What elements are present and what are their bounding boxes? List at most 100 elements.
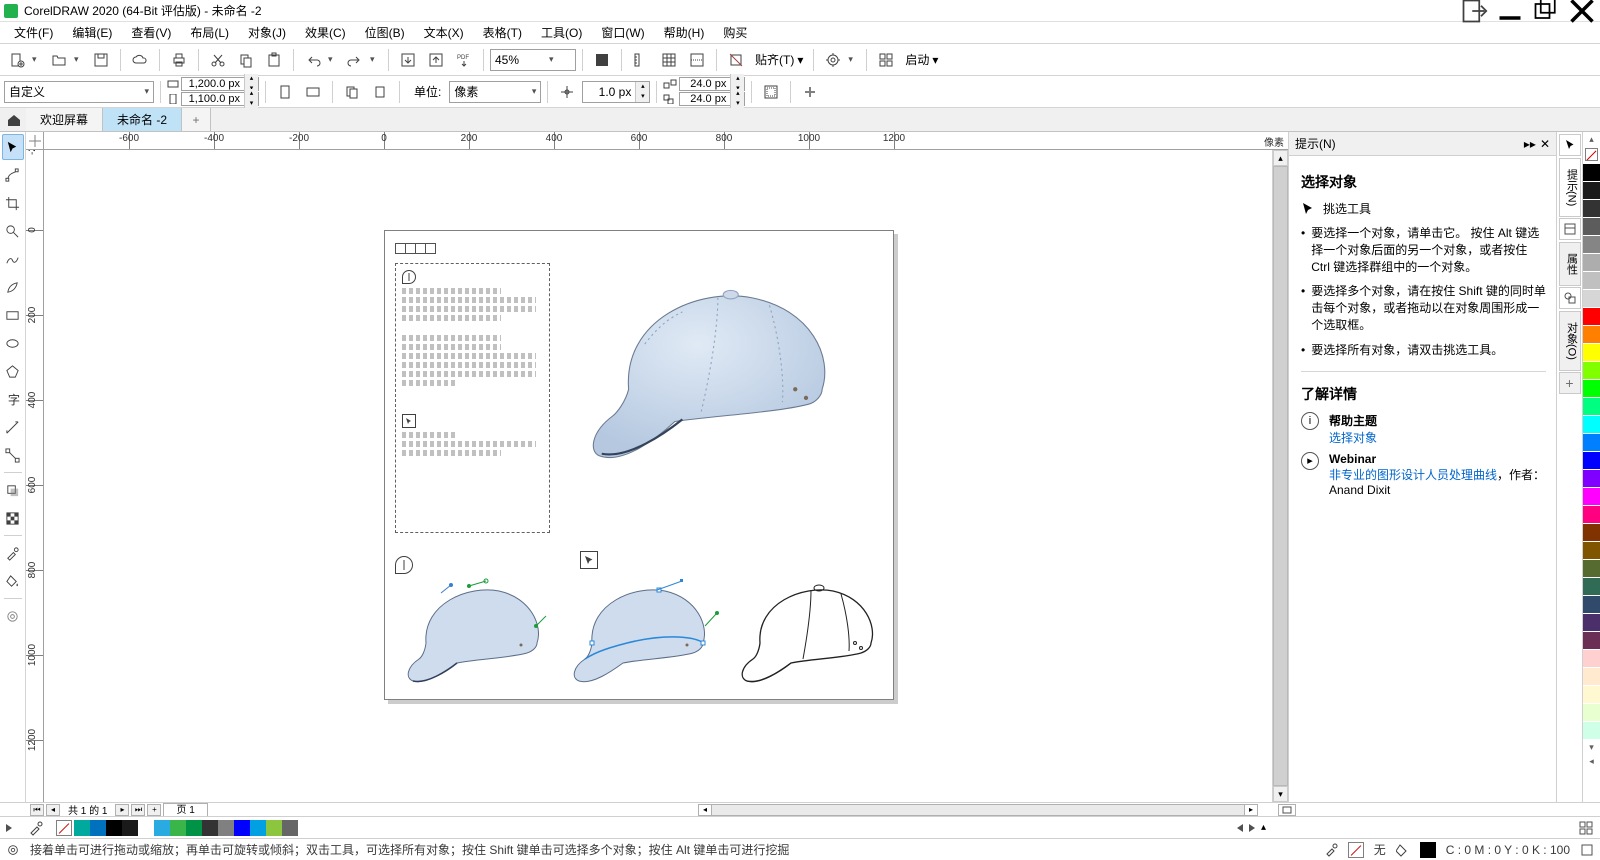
minimize-button[interactable] [1496,2,1524,20]
palette-scroll-up[interactable]: ▴ [1583,132,1600,146]
horizontal-ruler[interactable]: 像素-600-400-200020040060080010001200 [44,132,1288,150]
palette-swatch[interactable] [1583,254,1600,272]
palette-swatch[interactable] [1583,632,1600,650]
ruler-origin[interactable] [26,132,44,150]
dropdown-arrow[interactable]: ▾ [74,54,86,65]
launcher-icon[interactable] [873,47,899,73]
vertical-ruler[interactable]: -2000200400600800100012001400 [26,150,44,802]
zoom-combo[interactable]: 45%▾ [490,49,576,71]
palette-swatch[interactable] [1583,668,1600,686]
units-combo[interactable]: 像素▾ [449,81,541,103]
palette-swatch[interactable] [1583,272,1600,290]
horizontal-scrollbar[interactable]: ◂ ▸ [698,804,1258,816]
palette-swatch[interactable] [202,820,218,836]
treat-as-filled-button[interactable] [758,79,784,105]
eyedropper-tool[interactable] [2,540,24,566]
nav-first[interactable]: ⏮ [30,804,44,816]
palette-swatch[interactable] [1583,704,1600,722]
palette-swatch[interactable] [1583,380,1600,398]
publish-pdf-button[interactable]: PDF [451,47,477,73]
palette-swatch[interactable] [266,820,282,836]
import-button[interactable] [395,47,421,73]
new-button[interactable] [4,47,30,73]
palette-swatch[interactable] [90,820,106,836]
palette-swatch[interactable] [1583,398,1600,416]
palette-swatch[interactable] [1583,470,1600,488]
palette-swatch[interactable] [1583,722,1600,740]
eyedropper-icon[interactable] [28,820,44,836]
tab-add[interactable]: + [182,108,211,131]
nav-add-page[interactable]: + [147,804,161,816]
show-grid-button[interactable] [656,47,682,73]
text-frame[interactable] [395,263,550,533]
docker-close-icon[interactable]: ✕ [1540,137,1550,151]
palette-swatch[interactable] [170,820,186,836]
docker-collapse-icon[interactable]: ▸▸ [1524,137,1536,151]
scroll-right[interactable]: ▸ [1244,804,1258,816]
palette-swatch[interactable] [1583,434,1600,452]
menu-edit[interactable]: 编辑(E) [64,22,120,43]
page-preset-combo[interactable]: 自定义▾ [4,81,154,103]
close-button[interactable] [1568,2,1596,20]
palette-swatch[interactable] [1583,290,1600,308]
help-topic-link[interactable]: 选择对象 [1329,429,1377,446]
zoom-tool[interactable] [2,218,24,244]
cut-button[interactable] [205,47,231,73]
ellipse-tool[interactable] [2,330,24,356]
orientation-landscape[interactable] [300,79,326,105]
docker-tab-properties[interactable]: 属性 [1559,242,1581,286]
text-tool[interactable]: 字 [2,386,24,412]
palette-swatch[interactable] [186,820,202,836]
add-preset-button[interactable] [797,79,823,105]
page-height-input[interactable]: 1,100.0 px▴▾ [181,92,259,106]
palette-swatch[interactable] [138,820,154,836]
nav-next[interactable]: ▸ [115,804,129,816]
palette-swatch[interactable] [1583,488,1600,506]
palette-swatch[interactable] [1583,560,1600,578]
palette-expand-icon[interactable]: ▴ [1261,822,1266,833]
duplicate-y-input[interactable]: 24.0 px▴▾ [679,92,745,106]
show-rulers-button[interactable] [628,47,654,73]
options-button[interactable] [820,47,846,73]
artistic-media-tool[interactable] [2,274,24,300]
palette-swatch[interactable] [1583,362,1600,380]
scroll-left[interactable]: ◂ [698,804,712,816]
palette-swatch[interactable] [154,820,170,836]
palette-swatch[interactable] [1583,308,1600,326]
menu-tools[interactable]: 工具(O) [533,22,590,43]
palette-scroll-down[interactable]: ▾ [1583,740,1600,754]
save-button[interactable] [88,47,114,73]
drawing-viewport[interactable] [44,150,1272,802]
palette-no-color[interactable] [1583,146,1600,164]
palette-menu[interactable] [6,824,26,832]
menu-effects[interactable]: 效果(C) [297,22,354,43]
palette-swatch[interactable] [122,820,138,836]
menu-bitmap[interactable]: 位图(B) [357,22,413,43]
palette-swatch[interactable] [1583,182,1600,200]
palette-swatch[interactable] [1583,452,1600,470]
tab-welcome[interactable]: 欢迎屏幕 [26,108,103,131]
status-fill-none[interactable] [1348,842,1364,858]
launch-dropdown[interactable]: 启动▾ [901,51,942,68]
transparency-tool[interactable] [2,505,24,531]
parallel-dimension-tool[interactable] [2,414,24,440]
shape-tool[interactable] [2,162,24,188]
navigator-button[interactable] [1278,804,1296,816]
palette-options-icon[interactable] [1578,820,1594,836]
palette-right[interactable] [1249,824,1255,832]
print-button[interactable] [166,47,192,73]
palette-swatch[interactable] [106,820,122,836]
palette-swatch[interactable] [1583,506,1600,524]
fullscreen-preview-button[interactable] [589,47,615,73]
scroll-thumb[interactable] [1273,166,1288,786]
orientation-portrait[interactable] [272,79,298,105]
sign-in-icon[interactable] [1460,2,1488,20]
apply-current-page[interactable] [367,79,393,105]
docker-tab-add[interactable]: + [1559,372,1581,394]
open-button[interactable] [46,47,72,73]
tab-document[interactable]: 未命名 -2 [103,108,182,131]
show-guidelines-button[interactable] [684,47,710,73]
palette-swatch[interactable] [1583,686,1600,704]
scroll-up[interactable]: ▴ [1273,150,1288,166]
menu-table[interactable]: 表格(T) [475,22,530,43]
